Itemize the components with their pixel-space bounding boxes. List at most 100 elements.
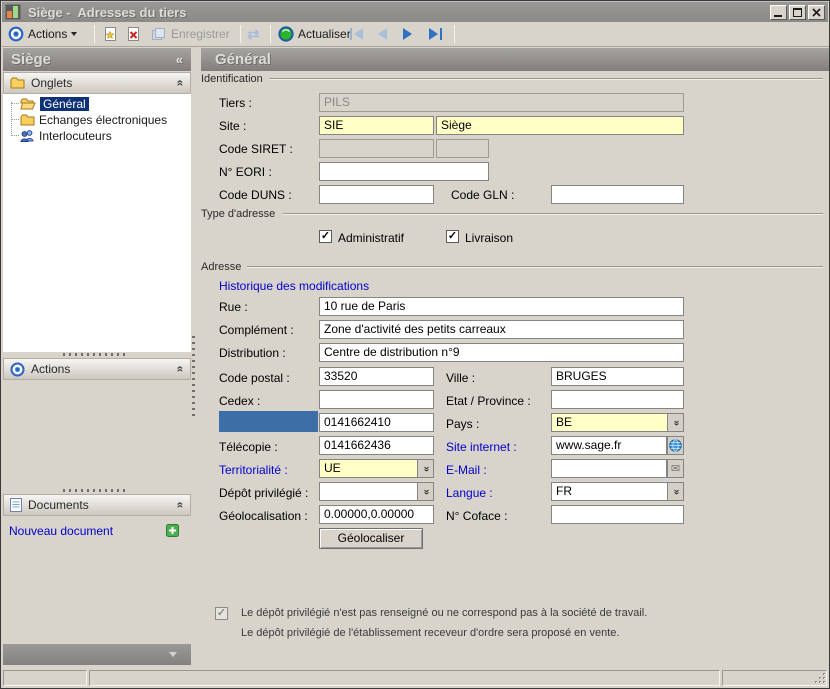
collapse-section-icon[interactable]: « — [174, 502, 188, 509]
langue-label[interactable]: Langue : — [446, 486, 493, 500]
cedex-label: Cedex : — [219, 394, 261, 408]
geolocaliser-button[interactable]: Géolocaliser — [319, 528, 423, 549]
email-label[interactable]: E-Mail : — [446, 463, 487, 477]
splitter-handle[interactable] — [63, 353, 129, 356]
ville-field[interactable]: BRUGES — [551, 367, 684, 386]
depot-privilegie-label: Dépôt privilégié : — [219, 486, 309, 500]
close-button[interactable] — [808, 4, 825, 20]
tree-item-interlocuteurs[interactable]: Interlocuteurs — [20, 128, 112, 143]
collapse-section-icon[interactable]: « — [174, 80, 188, 87]
tree-item-general-label: Général — [40, 96, 89, 111]
tree-item-echanges[interactable]: Echanges électroniques — [20, 112, 167, 127]
complement-field[interactable]: Zone d'activité des petits carreaux — [319, 320, 684, 339]
telecopie-field[interactable]: 0141662436 — [319, 436, 434, 455]
telephone-label-highlight[interactable] — [219, 411, 318, 432]
window-title: Siège - Adresses du tiers — [28, 4, 187, 20]
livraison-checkbox[interactable]: ✓ — [446, 230, 459, 243]
rue-field[interactable]: 10 rue de Paris — [319, 297, 684, 316]
gln-label: Code GLN : — [451, 188, 515, 202]
duns-field[interactable] — [319, 185, 434, 204]
site-internet-label[interactable]: Site internet : — [446, 440, 517, 454]
etat-province-field[interactable] — [551, 390, 684, 409]
sidebar-header: Siège « — [3, 48, 191, 71]
nav-previous-button[interactable] — [378, 22, 387, 46]
code-postal-label: Code postal : — [219, 371, 290, 385]
actualiser-orb-icon — [278, 26, 294, 42]
eori-label: N° EORI : — [219, 165, 272, 179]
new-document-link[interactable]: Nouveau document — [9, 524, 113, 538]
minimize-button[interactable] — [770, 4, 787, 20]
titlebar: Siège - Adresses du tiers — [2, 1, 828, 22]
geolocalisation-field[interactable]: 0.00000,0.00000 — [319, 505, 434, 524]
maximize-button[interactable] — [789, 4, 806, 20]
pays-dropdown-button[interactable]: » — [667, 413, 684, 432]
close-icon — [812, 7, 821, 17]
gln-field[interactable] — [551, 185, 684, 204]
historique-modifications-link[interactable]: Historique des modifications — [219, 279, 369, 293]
first-arrow-icon — [354, 28, 363, 40]
new-address-button[interactable] — [102, 22, 119, 46]
tree-item-interlocuteurs-label: Interlocuteurs — [39, 128, 112, 143]
save-button[interactable]: Enregistrer — [150, 22, 230, 46]
statusbar-cell-middle — [89, 670, 720, 686]
statusbar-cell-left — [3, 670, 87, 686]
vertical-splitter-handle[interactable] — [192, 336, 195, 416]
coface-field[interactable] — [551, 505, 684, 524]
territorialite-dropdown-button[interactable]: » — [417, 459, 434, 478]
site-internet-field[interactable]: www.sage.fr — [551, 436, 667, 455]
section-onglets[interactable]: Onglets « — [3, 72, 191, 94]
delete-address-button[interactable] — [125, 22, 142, 46]
site-name-field[interactable]: Siège — [436, 116, 684, 135]
section-actions[interactable]: Actions « — [3, 358, 191, 380]
depot-dropdown-button[interactable]: » — [417, 482, 434, 501]
etat-province-label: Etat / Province : — [446, 394, 531, 408]
tree-item-general[interactable]: Général — [20, 96, 89, 111]
onglets-tree: Général Echanges électroniques Interlocu… — [3, 94, 191, 352]
open-website-button[interactable] — [667, 436, 684, 455]
depot-note-line1: Le dépôt privilégié n'est pas renseigné … — [241, 607, 648, 619]
rue-label: Rue : — [219, 300, 248, 314]
send-email-button[interactable]: ✉ — [667, 459, 684, 478]
territorialite-label[interactable]: Territorialité : — [219, 463, 288, 477]
langue-dropdown-button[interactable]: » — [667, 482, 684, 501]
nav-next-button[interactable] — [403, 22, 412, 46]
langue-combo[interactable]: FR — [551, 482, 684, 501]
delete-document-icon — [128, 26, 139, 41]
chevron-double-down-icon: » — [420, 465, 432, 472]
window-controls — [768, 4, 825, 20]
resize-grip-icon[interactable] — [815, 673, 827, 685]
sidebar-bottom-bar[interactable] — [3, 644, 191, 665]
group-identification-title: Identification — [201, 73, 263, 85]
section-documents[interactable]: Documents « — [3, 494, 191, 516]
last-bar-icon — [440, 28, 442, 40]
nav-last-button[interactable] — [429, 22, 442, 46]
distribution-field[interactable]: Centre de distribution n°9 — [319, 343, 684, 362]
telephone-field[interactable]: 0141662410 — [319, 413, 434, 432]
code-postal-field[interactable]: 33520 — [319, 367, 434, 386]
splitter-handle[interactable] — [63, 489, 129, 492]
collapse-section-icon[interactable]: « — [174, 366, 188, 373]
telecopie-label: Télécopie : — [219, 440, 278, 454]
siret-field-2 — [436, 139, 489, 158]
open-folder-icon — [20, 98, 36, 109]
pays-combo[interactable]: BE — [551, 413, 684, 432]
toolbar: Actions Enregistrer ⇄ Actualiser — [2, 22, 829, 47]
site-code-field[interactable]: SIE — [319, 116, 434, 135]
main-header-title: Général — [215, 51, 271, 68]
email-field[interactable] — [551, 459, 667, 478]
administratif-checkbox[interactable]: ✓ — [319, 230, 332, 243]
refresh-button[interactable]: Actualiser — [278, 22, 351, 46]
actions-menu-button[interactable]: Actions — [8, 22, 78, 46]
cedex-field[interactable] — [319, 390, 434, 409]
sync-button[interactable]: ⇄ — [247, 22, 260, 46]
add-document-button[interactable] — [166, 524, 179, 537]
collapse-sidebar-icon[interactable]: « — [176, 53, 183, 66]
tree-line — [11, 135, 19, 136]
nav-first-button[interactable] — [350, 22, 363, 46]
app-icon — [5, 4, 21, 20]
app-window: Siège - Adresses du tiers Actions Enregi… — [0, 0, 830, 689]
group-type-adresse-title: Type d'adresse — [201, 208, 276, 220]
eori-field[interactable] — [319, 162, 489, 181]
chevron-down-icon — [169, 652, 177, 657]
chevron-double-down-icon: » — [420, 488, 432, 495]
